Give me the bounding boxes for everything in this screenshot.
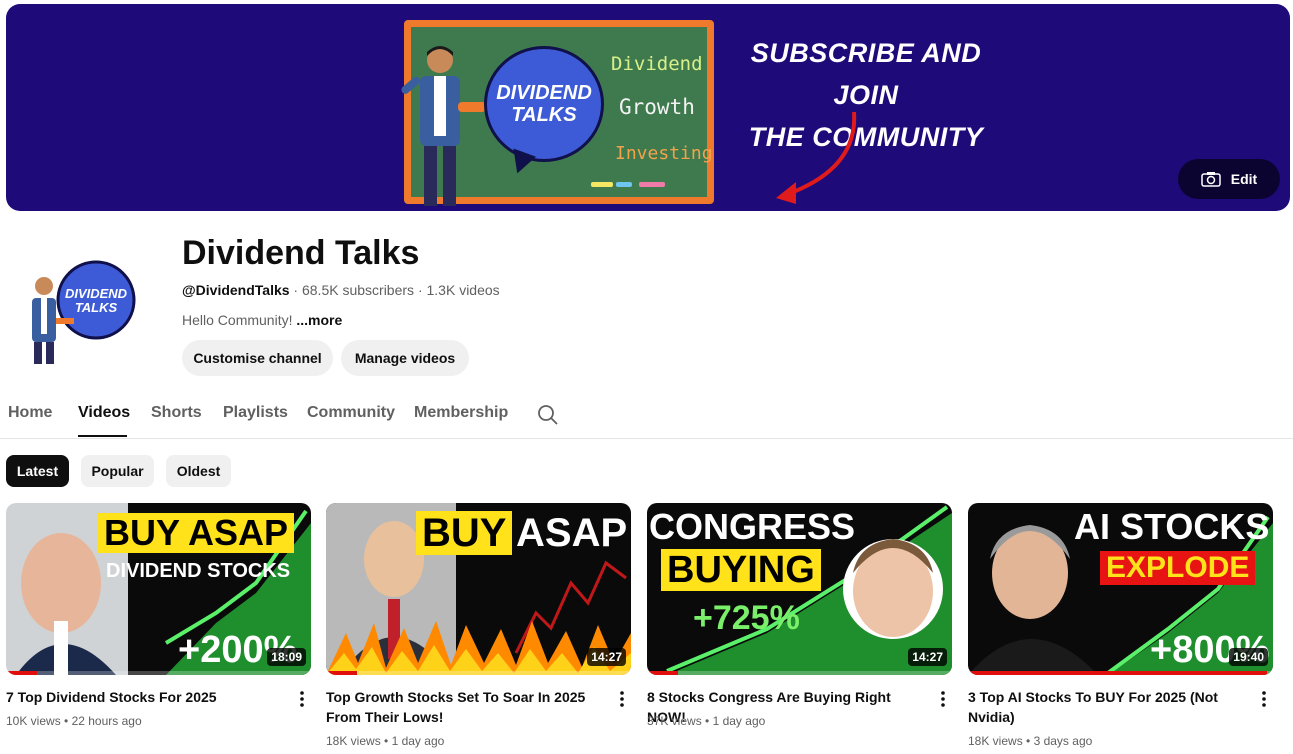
watch-progress-fill	[6, 671, 37, 675]
tab-home[interactable]: Home	[8, 404, 52, 422]
watch-progress-fill	[968, 671, 1267, 675]
video-views: 18K views	[326, 734, 381, 748]
video-thumbnail[interactable]: AI STOCKS EXPLODE +800% 19:40	[968, 503, 1273, 675]
tab-membership[interactable]: Membership	[414, 404, 508, 422]
banner-logo-line1: DIVIDEND	[496, 82, 592, 104]
video-age: 1 day ago	[712, 714, 766, 728]
channel-meta: @DividendTalks · 68.5K subscribers · 1.3…	[182, 282, 500, 298]
board-word-growth: Growth	[619, 95, 695, 119]
video-thumbnail[interactable]: BUY ASAP 14:27	[326, 503, 631, 675]
more-options-icon[interactable]	[935, 689, 951, 709]
video-views: 10K views	[6, 714, 61, 728]
watch-progress-fill	[326, 671, 357, 675]
meta-separator: ·	[417, 282, 423, 298]
more-options-icon[interactable]	[294, 689, 310, 709]
video-card: CONGRESS BUYING +725% 14:27 8 Stocks Con…	[647, 503, 952, 728]
edit-label: Edit	[1230, 171, 1258, 187]
channel-description[interactable]: Hello Community! ...more	[182, 312, 342, 328]
video-duration: 18:09	[267, 648, 306, 666]
chip-latest[interactable]: Latest	[6, 455, 69, 487]
video-views: 37K views	[647, 714, 702, 728]
thumbnail-headline: BUY	[416, 511, 513, 555]
video-age: 3 days ago	[1033, 734, 1093, 748]
subscriber-count: 68.5K subscribers	[301, 282, 415, 298]
video-thumbnail[interactable]: CONGRESS BUYING +725% 14:27	[647, 503, 952, 675]
chalk-piece	[591, 182, 613, 187]
banner-cta-line1: SUBSCRIBE AND JOIN	[750, 38, 982, 110]
board-word-dividend: Dividend	[611, 53, 703, 75]
thumbnail-subheadline: BUYING	[661, 549, 821, 591]
thumbnail-subheadline: EXPLODE	[1100, 551, 1256, 585]
board-word-investing: Investing	[615, 143, 713, 164]
meta-separator: ·	[293, 282, 299, 298]
description-more-link[interactable]: ...more	[296, 312, 342, 328]
video-title[interactable]: Top Growth Stocks Set To Soar In 2025 Fr…	[326, 687, 604, 727]
video-age: 1 day ago	[391, 734, 445, 748]
tab-videos[interactable]: Videos	[78, 404, 130, 422]
video-meta: 10K views • 22 hours ago	[6, 714, 142, 728]
arrow-icon	[776, 111, 857, 204]
active-tab-indicator	[78, 435, 127, 437]
video-title[interactable]: 3 Top AI Stocks To BUY For 2025 (Not Nvi…	[968, 687, 1246, 727]
video-card: BUY ASAP 14:27 Top Growth Stocks Set To …	[326, 503, 631, 748]
customise-channel-button[interactable]: Customise channel	[182, 340, 333, 376]
channel-tabs: Home Videos Shorts Playlists Community M…	[0, 392, 1293, 439]
thumbnail-headline: AI STOCKS	[1074, 506, 1270, 547]
camera-icon	[1201, 172, 1221, 187]
chalk-piece	[639, 182, 665, 187]
thumbnail-headline: CONGRESS	[649, 506, 856, 547]
channel-banner: Dividend Growth Investing DIVIDEND TALKS…	[6, 4, 1290, 211]
video-views: 18K views	[968, 734, 1023, 748]
more-options-icon[interactable]	[614, 689, 630, 709]
svg-text:DIVIDEND: DIVIDEND	[65, 286, 128, 301]
video-meta: 18K views • 3 days ago	[968, 734, 1093, 748]
edit-banner-button[interactable]: Edit	[1178, 159, 1280, 199]
svg-text:TALKS: TALKS	[75, 300, 118, 315]
more-options-icon[interactable]	[1256, 689, 1272, 709]
thumbnail-badge: +725%	[693, 599, 800, 637]
search-icon[interactable]	[536, 403, 560, 427]
tab-community[interactable]: Community	[307, 404, 395, 422]
video-count: 1.3K videos	[426, 282, 500, 298]
banner-logo: DIVIDEND TALKS	[484, 46, 604, 162]
teacher-illustration	[401, 46, 486, 206]
video-duration: 19:40	[1229, 648, 1268, 666]
watch-progress-bar	[968, 671, 1273, 675]
channel-handle: @DividendTalks	[182, 282, 290, 298]
video-card: BUY ASAP DIVIDEND STOCKS +200% 18:09 7 T…	[6, 503, 311, 728]
video-meta: 18K views • 1 day ago	[326, 734, 445, 748]
watch-progress-fill	[647, 671, 678, 675]
thumbnail-headline: BUY ASAP	[98, 513, 295, 553]
watch-progress-bar	[326, 671, 631, 675]
chip-popular[interactable]: Popular	[81, 455, 154, 487]
banner-logo-line2: TALKS	[511, 104, 577, 126]
tab-playlists[interactable]: Playlists	[223, 404, 288, 422]
video-duration: 14:27	[908, 648, 947, 666]
channel-avatar[interactable]: DIVIDEND TALKS	[14, 254, 144, 370]
chalk-piece	[616, 182, 632, 187]
channel-name: Dividend Talks	[182, 234, 420, 272]
video-age: 22 hours ago	[71, 714, 142, 728]
video-meta: 37K views • 1 day ago	[647, 714, 766, 728]
description-text: Hello Community!	[182, 312, 293, 328]
chip-oldest[interactable]: Oldest	[166, 455, 231, 487]
tab-shorts[interactable]: Shorts	[151, 404, 202, 422]
thumbnail-subheadline: DIVIDEND STOCKS	[106, 560, 291, 582]
watch-progress-bar	[647, 671, 952, 675]
video-card: AI STOCKS EXPLODE +800% 19:40 3 Top AI S…	[968, 503, 1273, 748]
thumbnail-subheadline: ASAP	[516, 511, 628, 555]
watch-progress-bar	[6, 671, 311, 675]
video-thumbnail[interactable]: BUY ASAP DIVIDEND STOCKS +200% 18:09	[6, 503, 311, 675]
manage-videos-button[interactable]: Manage videos	[341, 340, 469, 376]
video-duration: 14:27	[587, 648, 626, 666]
video-title[interactable]: 7 Top Dividend Stocks For 2025	[6, 687, 284, 707]
